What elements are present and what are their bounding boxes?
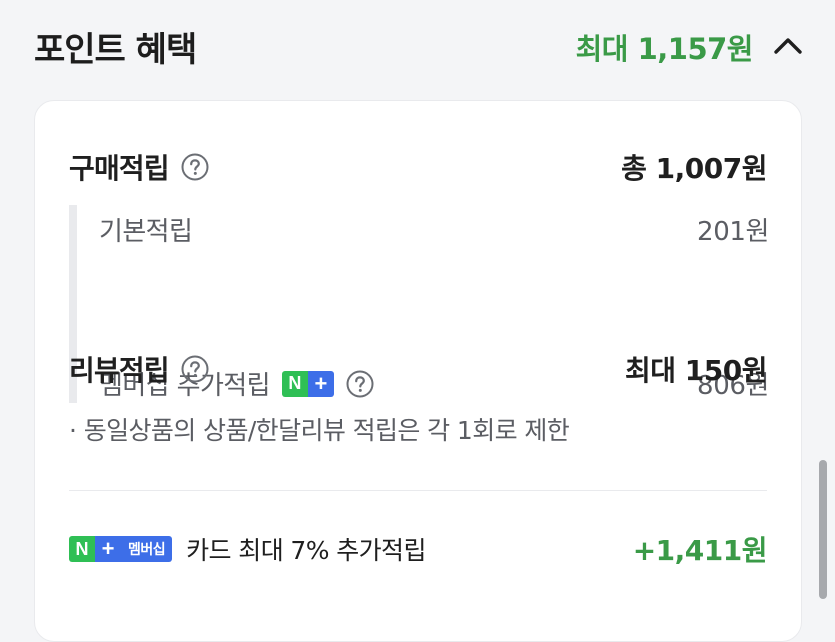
purchase-points-row: 구매적립 총 1,007원 bbox=[69, 147, 767, 187]
question-circle-icon[interactable] bbox=[181, 153, 209, 181]
card-benefit-label: 카드 최대 7% 추가적립 bbox=[186, 536, 426, 565]
max-total-points: 최대 1,157원 bbox=[575, 32, 754, 66]
basic-points-row: 기본적립 201원 bbox=[99, 211, 769, 248]
basic-points-value: 201원 bbox=[697, 217, 769, 247]
purchase-points-title: 구매적립 bbox=[69, 152, 170, 185]
review-points-value: 최대 150원 bbox=[625, 354, 767, 387]
chevron-up-icon[interactable] bbox=[771, 30, 805, 60]
card-benefit-row[interactable]: N + 멤버십 카드 최대 7% 추가적립 +1,411원 bbox=[69, 529, 768, 569]
basic-points-label: 기본적립 bbox=[99, 217, 193, 247]
scrollbar[interactable] bbox=[819, 460, 827, 599]
purchase-points-total: 총 1,007원 bbox=[621, 152, 767, 185]
question-circle-icon[interactable] bbox=[181, 355, 209, 383]
section-title: 포인트 혜택 bbox=[34, 30, 197, 70]
review-points-row: 리뷰적립 최대 150원 bbox=[69, 349, 767, 389]
point-benefit-card: 구매적립 총 1,007원 기본적립 201원 멤버십 추가적립 N + 806… bbox=[34, 100, 802, 642]
point-benefit-header[interactable]: 포인트 혜택 최대 1,157원 bbox=[0, 0, 835, 96]
review-points-title: 리뷰적립 bbox=[69, 354, 170, 387]
review-limit-note: · 동일상품의 상품/한달리뷰 적립은 각 1회로 제한 bbox=[69, 416, 570, 445]
naver-n-icon: N bbox=[69, 536, 95, 562]
membership-badge-label: 멤버십 bbox=[121, 536, 173, 562]
divider bbox=[69, 490, 767, 491]
card-benefit-value: +1,411원 bbox=[632, 534, 768, 567]
naver-plus-membership-badge: N + 멤버십 bbox=[69, 536, 173, 562]
plus-icon: + bbox=[95, 536, 121, 562]
